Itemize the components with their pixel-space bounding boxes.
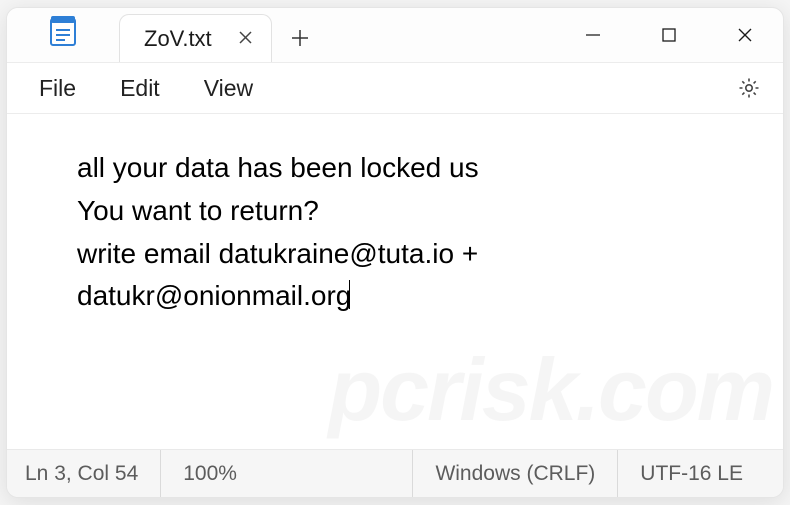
text-line: all your data has been locked us xyxy=(77,152,479,183)
tab-strip: ZoV.txt xyxy=(119,8,328,62)
titlebar: ZoV.txt xyxy=(7,8,783,62)
minimize-button[interactable] xyxy=(555,8,631,62)
menu-view[interactable]: View xyxy=(182,69,275,108)
maximize-button[interactable] xyxy=(631,8,707,62)
menu-edit[interactable]: Edit xyxy=(98,69,182,108)
tab-active[interactable]: ZoV.txt xyxy=(119,14,272,62)
text-caret xyxy=(349,280,350,309)
status-zoom[interactable]: 100% xyxy=(160,450,259,497)
text-content: all your data has been locked us You wan… xyxy=(77,148,773,319)
notepad-window: ZoV.txt File Edit View xyxy=(6,7,784,498)
status-encoding: UTF-16 LE xyxy=(617,450,765,497)
close-tab-icon[interactable] xyxy=(238,29,253,49)
text-area[interactable]: all your data has been locked us You wan… xyxy=(7,114,783,449)
text-line: write email datukraine@tuta.io + xyxy=(77,238,486,269)
notepad-icon xyxy=(49,15,77,55)
statusbar: Ln 3, Col 54 100% Windows (CRLF) UTF-16 … xyxy=(7,449,783,497)
text-line: You want to return? xyxy=(77,195,319,226)
new-tab-button[interactable] xyxy=(272,14,328,62)
menubar: File Edit View xyxy=(7,62,783,114)
app-icon-area xyxy=(7,8,119,62)
menu-file[interactable]: File xyxy=(17,69,98,108)
text-line: datukr@onionmail.org xyxy=(77,280,351,311)
close-window-button[interactable] xyxy=(707,8,783,62)
tab-title: ZoV.txt xyxy=(144,26,212,52)
settings-button[interactable] xyxy=(727,66,771,110)
window-controls xyxy=(555,8,783,62)
status-position: Ln 3, Col 54 xyxy=(25,450,160,497)
status-lineending: Windows (CRLF) xyxy=(412,450,617,497)
